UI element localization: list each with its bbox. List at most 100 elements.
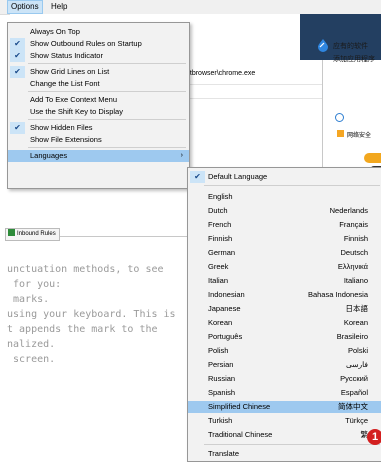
language-native-name: Italiano: [343, 276, 368, 285]
language-item-korean[interactable]: Korean Korean: [188, 317, 381, 329]
language-item-french[interactable]: French Français: [188, 219, 381, 231]
language-item-portugu-s[interactable]: Português Brasileiro: [188, 331, 381, 343]
menu-separator: [204, 444, 380, 445]
languages-submenu: ✔ Default Language English Dutch Nederlands F…: [187, 167, 381, 462]
menu-separator: [28, 147, 186, 148]
language-native-name: Polski: [347, 346, 368, 355]
language-native-name: Brasileiro: [336, 332, 368, 341]
menu-item-label: Show Outbound Rules on Startup: [30, 39, 142, 48]
menu-item-show-status-indicator[interactable]: ✔ Show Status Indicator: [8, 50, 189, 62]
language-item-translate[interactable]: Translate: [188, 448, 381, 460]
menu-item-show-outbound-rules-on-startup[interactable]: ✔ Show Outbound Rules on Startup: [8, 38, 189, 50]
language-item-greek[interactable]: Greek Ελληνικά: [188, 261, 381, 273]
menu-separator: [204, 185, 380, 186]
language-name: Português: [208, 332, 243, 341]
side-text-2: 添加应用程序: [333, 56, 375, 63]
menu-item-label: Always On Top: [30, 27, 80, 36]
language-item-english[interactable]: English: [188, 191, 381, 203]
menu-bar: Options Help: [0, 0, 381, 15]
language-native-name: Русский: [340, 374, 368, 383]
orange-button[interactable]: [364, 153, 381, 163]
security-icon: [337, 130, 344, 137]
language-native-name: Español: [340, 388, 368, 397]
droplet-logo-icon: [318, 39, 328, 52]
submenu-arrow-icon: ›: [180, 152, 183, 159]
menu-item-label: Show File Extensions: [30, 135, 102, 144]
menu-separator: [28, 119, 186, 120]
language-item-japanese[interactable]: Japanese 日本語: [188, 303, 381, 315]
menu-help[interactable]: Help: [48, 1, 70, 13]
language-name: French: [208, 220, 232, 229]
language-native-name: 简体中文: [338, 402, 368, 411]
menu-item-show-hidden-files[interactable]: ✔ Show Hidden Files: [8, 122, 189, 134]
menu-item-add-to-exe-context-menu[interactable]: Add To Exe Context Menu: [8, 94, 189, 106]
language-name: Finnish: [208, 234, 233, 243]
language-name: Translate: [208, 449, 239, 458]
language-name: Greek: [208, 262, 229, 271]
language-item-default-language[interactable]: ✔ Default Language: [188, 171, 381, 183]
checkmark-icon: ✔: [10, 122, 25, 134]
menu-item-label: Show Grid Lines on List: [30, 67, 110, 76]
menu-item-label: Show Status Indicator: [30, 51, 103, 60]
menu-item-label: Add To Exe Context Menu: [30, 95, 117, 104]
language-native-name: Nederlands: [329, 206, 368, 215]
language-name: Korean: [208, 318, 233, 327]
language-item-polish[interactable]: Polish Polski: [188, 345, 381, 357]
language-name: Persian: [208, 360, 234, 369]
language-item-italian[interactable]: Italian Italiano: [188, 275, 381, 287]
language-item-turkish[interactable]: Turkish Türkçe: [188, 415, 381, 427]
menu-item-languages[interactable]: Languages ›: [8, 150, 189, 162]
language-item-indonesian[interactable]: Indonesian Bahasa Indonesia: [188, 289, 381, 301]
language-native-name: Türkçe: [345, 416, 368, 425]
language-native-name: فارسی: [345, 360, 368, 369]
language-native-name: Bahasa Indonesia: [307, 290, 368, 299]
menu-item-change-the-list-font[interactable]: Change the List Font: [8, 78, 189, 90]
menu-separator: [28, 91, 186, 92]
menu-item-label: Languages: [30, 151, 68, 160]
menu-item-always-on-top[interactable]: Always On Top: [8, 26, 189, 38]
language-item-traditional-chinese[interactable]: Traditional Chinese 繁: [188, 429, 381, 441]
language-name: Turkish: [208, 416, 233, 425]
background-text: unctuation methods, to see for you: mark…: [7, 264, 176, 365]
language-name: German: [208, 248, 236, 257]
checkmark-icon: ✔: [10, 50, 25, 62]
menu-item-show-file-extensions[interactable]: Show File Extensions: [8, 134, 189, 146]
language-item-finnish[interactable]: Finnish Finnish: [188, 233, 381, 245]
language-item-dutch[interactable]: Dutch Nederlands: [188, 205, 381, 217]
menu-item-label: Show Hidden Files: [30, 123, 93, 132]
radio-icon[interactable]: [335, 113, 344, 122]
security-label: 网络安全: [347, 133, 372, 139]
language-native-name: Ελληνικά: [337, 262, 368, 271]
language-name: Italian: [208, 276, 229, 285]
side-panel: 应有的软件 添加应用程序 网络安全: [300, 14, 381, 177]
language-item-russian[interactable]: Russian Русский: [188, 373, 381, 385]
language-name: Spanish: [208, 388, 236, 397]
language-item-simplified-chinese[interactable]: Simplified Chinese 简体中文: [188, 401, 381, 413]
menu-separator: [28, 63, 186, 64]
language-item-german[interactable]: German Deutsch: [188, 247, 381, 259]
language-native-name: Deutsch: [340, 248, 368, 257]
menu-options[interactable]: Options: [7, 0, 43, 14]
language-native-name: Finnish: [343, 234, 368, 243]
checkmark-icon: ✔: [10, 38, 25, 50]
menu-item-use-the-shift-key-to-display[interactable]: Use the Shift Key to Display: [8, 106, 189, 118]
language-native-name: 日本語: [345, 304, 369, 313]
language-name: Traditional Chinese: [208, 430, 273, 439]
language-item-spanish[interactable]: Spanish Español: [188, 387, 381, 399]
checkmark-icon: ✔: [10, 66, 25, 78]
language-native-name: Korean: [343, 318, 368, 327]
language-name: Dutch: [208, 206, 228, 215]
checkmark-icon: ✔: [190, 171, 205, 183]
inbound-rules-icon: [8, 229, 15, 236]
callout-badge: 1: [367, 429, 381, 445]
menu-item-show-grid-lines-on-list[interactable]: ✔ Show Grid Lines on List: [8, 66, 189, 78]
tab-inbound-rules-label: Inbound Rules: [17, 231, 56, 237]
language-item-persian[interactable]: Persian فارسی: [188, 359, 381, 371]
language-name: Japanese: [208, 304, 241, 313]
language-native-name: Français: [339, 220, 368, 229]
language-name: Indonesian: [208, 290, 245, 299]
language-name: English: [208, 192, 233, 201]
tab-inbound-rules[interactable]: Inbound Rules: [5, 228, 60, 241]
language-name: Default Language: [208, 172, 268, 181]
language-name: Simplified Chinese: [208, 402, 271, 411]
